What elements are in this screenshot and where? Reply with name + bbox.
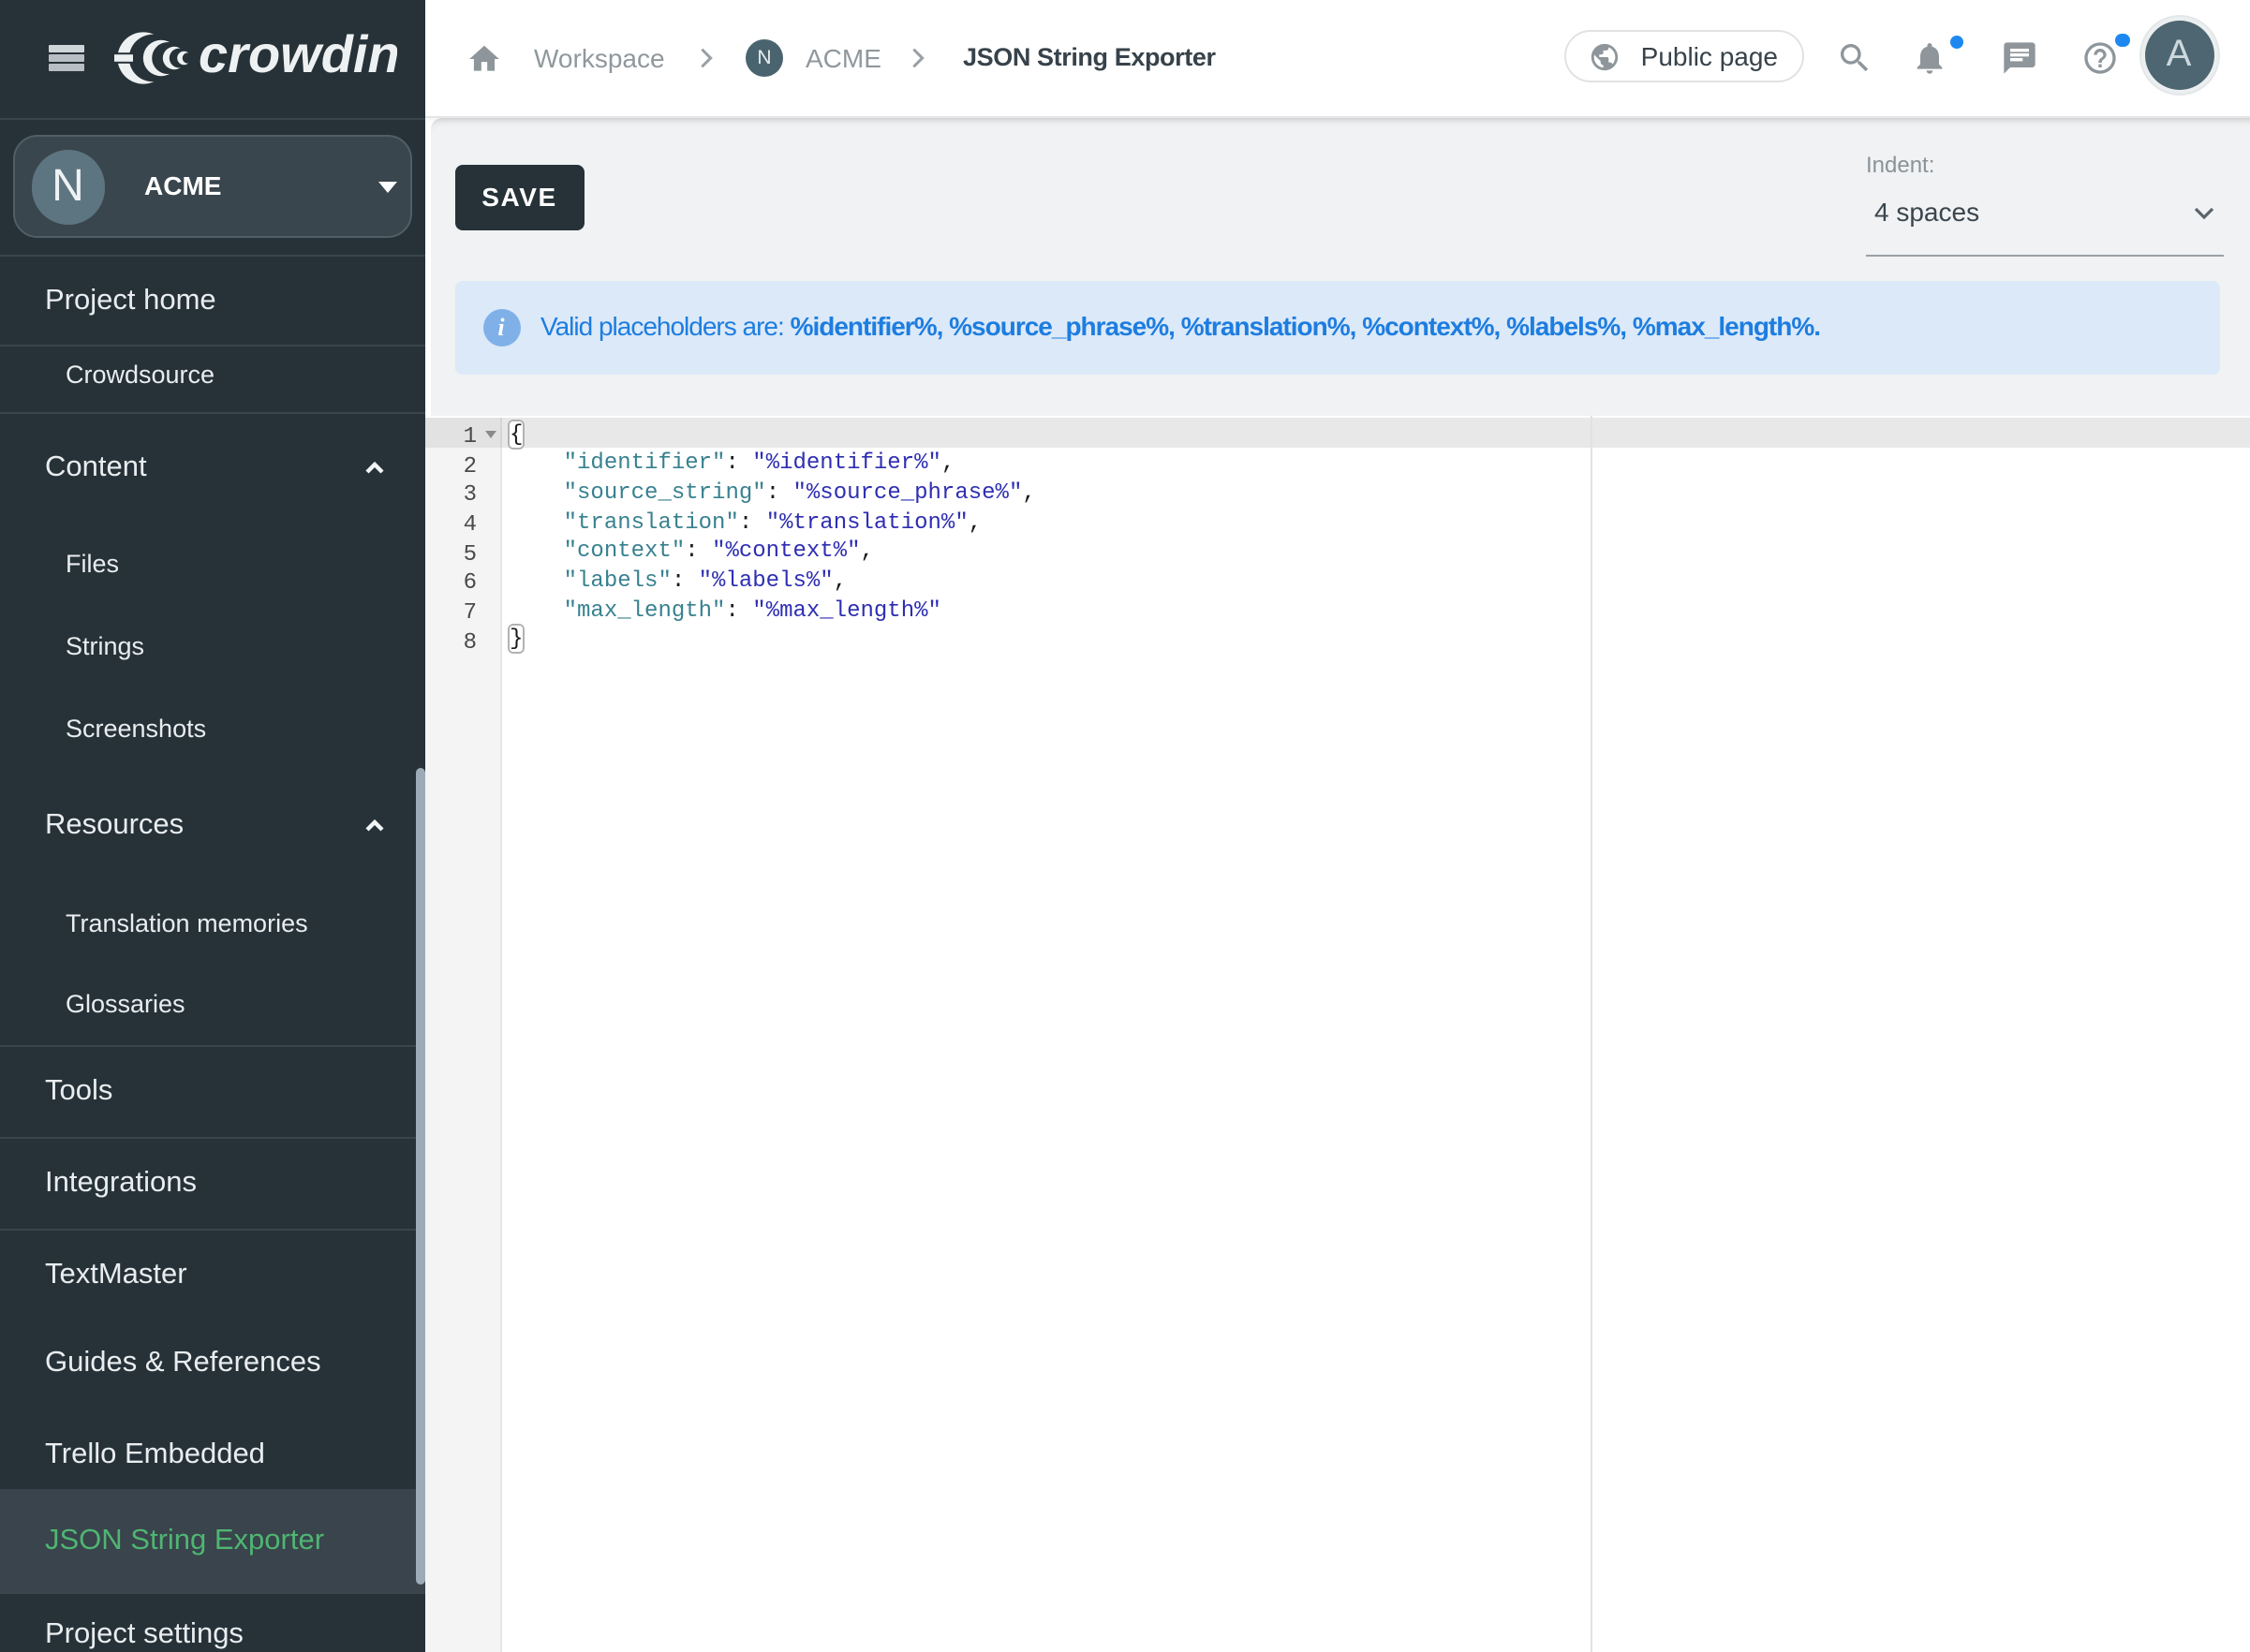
svg-text:crowdin: crowdin xyxy=(199,30,397,83)
